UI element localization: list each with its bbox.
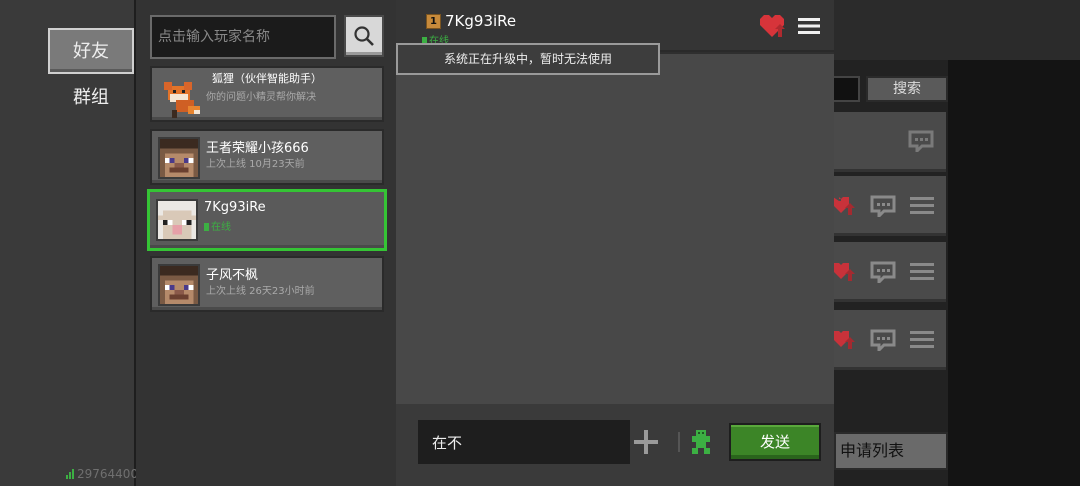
- menu-icon[interactable]: [910, 196, 934, 216]
- sheep-avatar-icon: [156, 199, 198, 241]
- chat-title: 1 7Kg93iRe: [426, 12, 516, 30]
- footer-divider: [678, 432, 680, 452]
- send-button[interactable]: 发送: [729, 423, 821, 461]
- chat-messages-area: [396, 54, 834, 404]
- friend-name: 子风不枫: [206, 268, 259, 283]
- chat-bubble-icon[interactable]: [870, 329, 896, 351]
- menu-icon[interactable]: [910, 262, 934, 282]
- fox-avatar-icon: [158, 74, 200, 118]
- level-badge: 1: [426, 13, 441, 29]
- chat-contact-name: 7Kg93iRe: [445, 12, 517, 30]
- friend-name: 王者荣耀小孩666: [206, 141, 309, 156]
- steve-avatar-icon: [158, 137, 200, 179]
- signal-icon: [66, 469, 74, 479]
- tab-groups[interactable]: 群组: [48, 76, 134, 122]
- friend-item[interactable]: 子风不枫 上次上线 26天23小时前: [150, 256, 384, 312]
- heart-upgrade-icon[interactable]: [758, 13, 786, 39]
- system-upgrade-tooltip: 系统正在升级中，暂时无法使用: [396, 43, 660, 75]
- friend-status: 在线: [204, 218, 231, 233]
- friend-status: 你的问题小精灵帮你解决: [206, 92, 316, 103]
- message-input[interactable]: [418, 420, 630, 464]
- tab-friends[interactable]: 好友: [48, 28, 134, 74]
- friend-status: 上次上线 10月23天前: [206, 159, 305, 170]
- background-row: [833, 176, 946, 236]
- background-row: [833, 242, 946, 302]
- apply-list-button[interactable]: 申请列表: [834, 432, 948, 470]
- friend-item[interactable]: 狐狸（伙伴智能助手） 你的问题小精灵帮你解决: [150, 66, 384, 122]
- chat-bubble-icon[interactable]: [870, 261, 896, 283]
- menu-icon[interactable]: [910, 330, 934, 350]
- plus-icon[interactable]: [632, 428, 660, 456]
- chat-bubble-icon[interactable]: [870, 195, 896, 217]
- friend-name: 狐狸（伙伴智能助手）: [212, 72, 322, 85]
- left-nav: 好友 群组 2976440085: [0, 0, 153, 486]
- player-search-input[interactable]: [150, 15, 336, 59]
- background-dark-area: [948, 60, 1080, 486]
- magnifier-icon: [354, 26, 374, 46]
- friend-status: 上次上线 26天23小时前: [206, 286, 315, 297]
- search-button[interactable]: [344, 15, 384, 57]
- online-indicator-icon: [204, 223, 209, 231]
- chat-header-actions: [758, 13, 820, 39]
- background-search-button[interactable]: 搜索: [866, 76, 948, 102]
- steve-avatar-icon: [158, 264, 200, 306]
- background-search-input: [834, 76, 860, 102]
- background-row: [834, 112, 946, 172]
- menu-icon[interactable]: [798, 17, 820, 35]
- chat-bubble-icon[interactable]: [908, 130, 934, 152]
- friend-name: 7Kg93iRe: [204, 200, 266, 215]
- background-topbar: [834, 0, 1080, 60]
- background-row: [833, 310, 946, 370]
- friend-item-selected[interactable]: 7Kg93iRe 在线: [147, 189, 387, 251]
- friend-item[interactable]: 王者荣耀小孩666 上次上线 10月23天前: [150, 129, 384, 185]
- emoji-icon[interactable]: [690, 430, 712, 454]
